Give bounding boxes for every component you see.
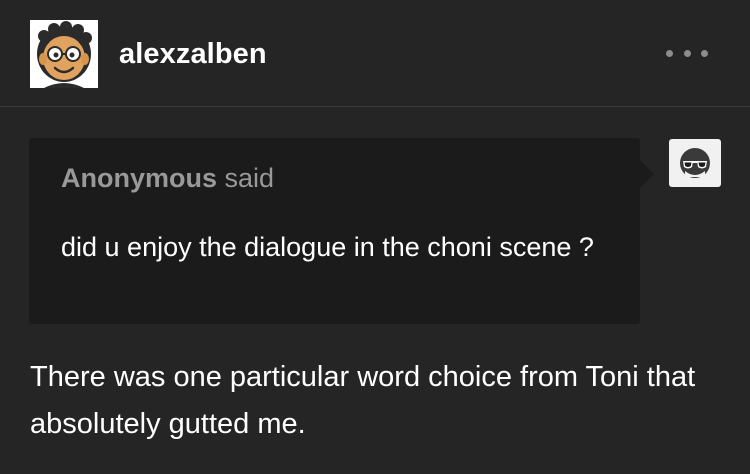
menu-dot [683, 49, 691, 57]
post-header: alexzalben [0, 0, 750, 107]
ask-bubble: Anonymous said did u enjoy the dialogue … [29, 138, 654, 324]
asker-name: Anonymous [61, 163, 218, 193]
anonymous-avatar [669, 139, 721, 187]
ask-header: Anonymous said [61, 160, 274, 196]
author-avatar[interactable] [30, 20, 98, 88]
cartoon-face-glasses-icon [37, 21, 92, 88]
menu-dot [701, 49, 708, 57]
author-username[interactable]: alexzalben [119, 36, 267, 72]
menu-dot [666, 49, 673, 57]
asker-said-label: said [217, 163, 275, 193]
answer-text: There was one particular word choice fro… [30, 361, 696, 440]
more-options-icon[interactable] [666, 44, 708, 62]
ask-question: did u enjoy the dialogue in the choni sc… [61, 232, 594, 262]
anonymous-sunglasses-icon [680, 148, 710, 178]
